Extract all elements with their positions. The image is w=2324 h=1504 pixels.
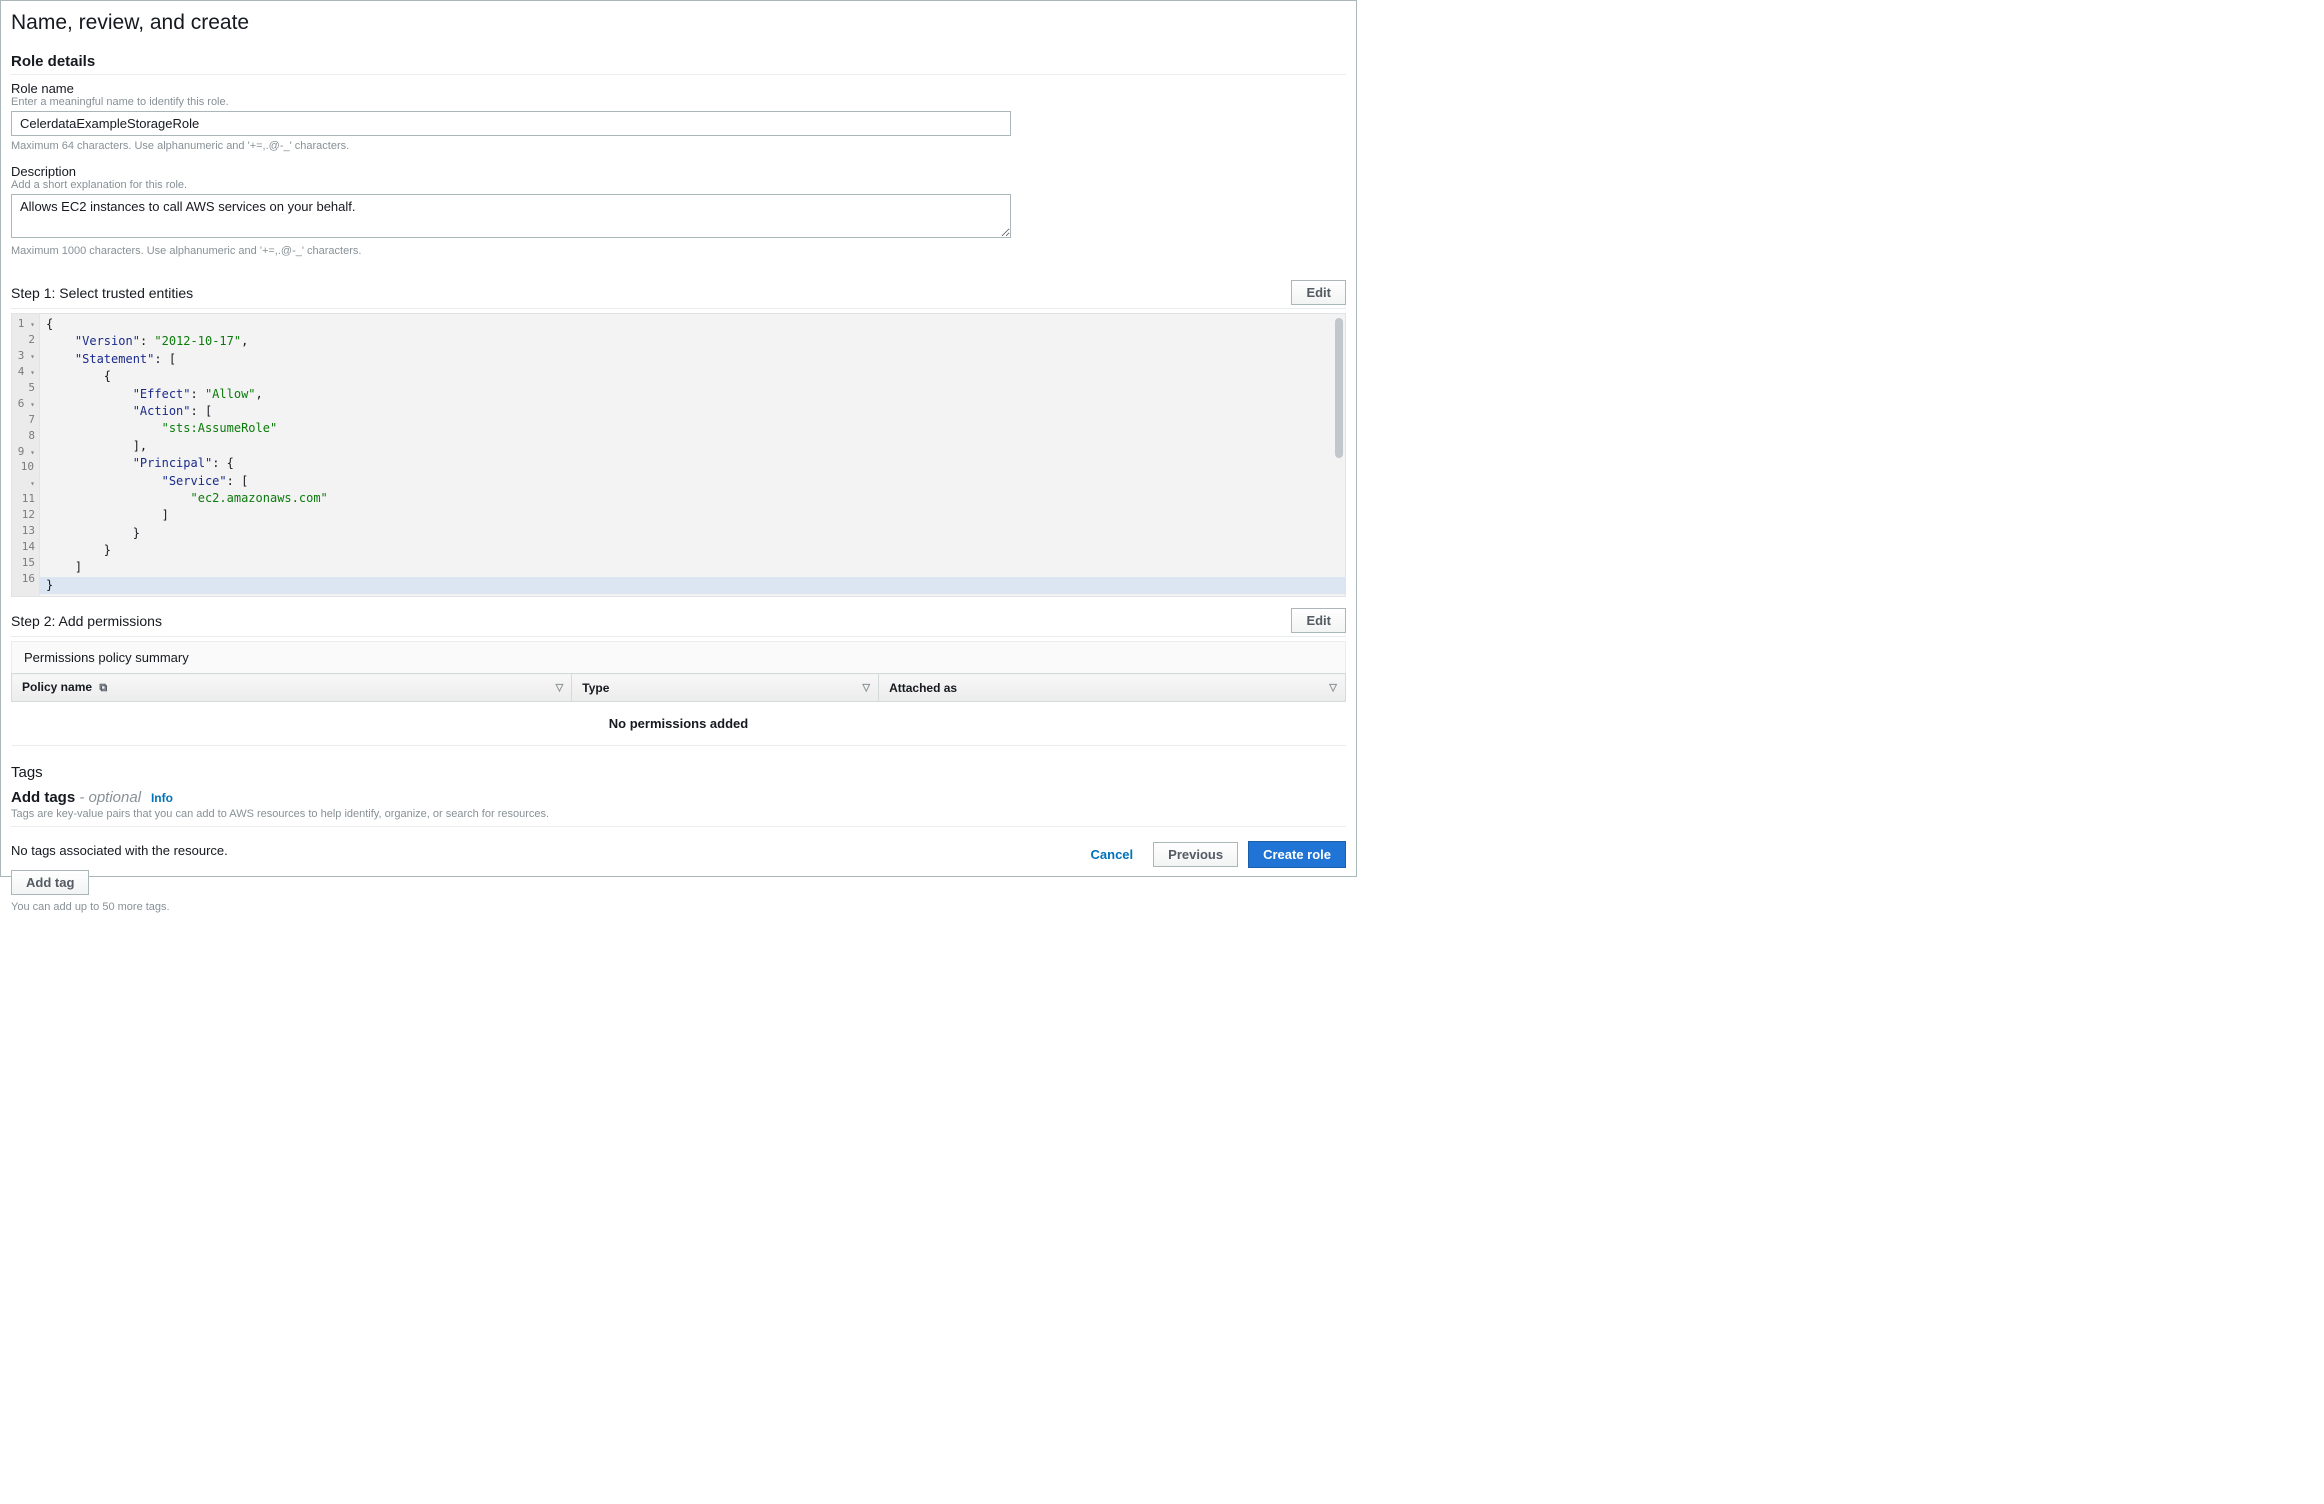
col-attached-as[interactable]: Attached as ▽	[879, 674, 1346, 702]
optional-label: - optional	[75, 789, 141, 806]
sort-icon[interactable]: ▽	[862, 682, 870, 693]
description-help: Maximum 1000 characters. Use alphanumeri…	[11, 245, 1346, 257]
code-scrollbar[interactable]	[1335, 318, 1343, 458]
tags-heading: Tags	[11, 764, 1346, 781]
step1-edit-button[interactable]: Edit	[1291, 280, 1346, 305]
permissions-summary-label: Permissions policy summary	[11, 641, 1346, 673]
step2-edit-button[interactable]: Edit	[1291, 608, 1346, 633]
step2-title: Step 2: Add permissions	[11, 613, 162, 629]
col-type-label: Type	[582, 681, 609, 695]
tags-help: You can add up to 50 more tags.	[11, 901, 1346, 913]
step1-title: Step 1: Select trusted entities	[11, 285, 193, 301]
description-hint: Add a short explanation for this role.	[11, 179, 1346, 191]
tags-section: Tags Add tags - optional Info Tags are k…	[11, 764, 1346, 913]
role-details-heading: Role details	[11, 49, 1346, 75]
previous-button[interactable]: Previous	[1153, 842, 1238, 867]
no-permissions-text: No permissions added	[12, 702, 1346, 746]
external-link-icon: ⧉	[99, 682, 107, 694]
role-name-hint: Enter a meaningful name to identify this…	[11, 96, 1346, 108]
col-attached-as-label: Attached as	[889, 681, 957, 695]
page-title: Name, review, and create	[11, 11, 1346, 35]
role-name-field: Role name Enter a meaningful name to ide…	[11, 81, 1346, 152]
add-tag-button[interactable]: Add tag	[11, 870, 89, 895]
add-tags-title: Add tags	[11, 789, 75, 806]
description-field: Description Add a short explanation for …	[11, 164, 1346, 257]
description-label: Description	[11, 164, 1346, 179]
code-gutter: 12345678910111213141516	[12, 314, 40, 596]
step2-header: Step 2: Add permissions Edit	[11, 605, 1346, 637]
code-area[interactable]: { "Version": "2012-10-17", "Statement": …	[40, 314, 1345, 596]
permissions-table: Policy name ⧉ ▽ Type ▽ Attached as ▽ No …	[11, 673, 1346, 746]
col-policy-name-label: Policy name	[22, 680, 92, 694]
description-input[interactable]: Allows EC2 instances to call AWS service…	[11, 194, 1011, 238]
col-type[interactable]: Type ▽	[572, 674, 879, 702]
role-name-help: Maximum 64 characters. Use alphanumeric …	[11, 140, 1346, 152]
role-name-input[interactable]	[11, 111, 1011, 136]
role-details-section: Role details Role name Enter a meaningfu…	[11, 49, 1346, 257]
sort-icon[interactable]: ▽	[1329, 682, 1337, 693]
wizard-footer: Cancel Previous Create role	[1081, 841, 1346, 868]
tags-info-link[interactable]: Info	[151, 791, 173, 805]
col-policy-name[interactable]: Policy name ⧉ ▽	[12, 674, 572, 702]
tags-description: Tags are key-value pairs that you can ad…	[11, 808, 1346, 820]
trust-policy-editor[interactable]: 12345678910111213141516 { "Version": "20…	[11, 313, 1346, 597]
cancel-button[interactable]: Cancel	[1081, 841, 1144, 868]
role-name-label: Role name	[11, 81, 1346, 96]
create-role-button[interactable]: Create role	[1248, 841, 1346, 868]
sort-icon[interactable]: ▽	[556, 682, 564, 693]
step1-header: Step 1: Select trusted entities Edit	[11, 277, 1346, 309]
